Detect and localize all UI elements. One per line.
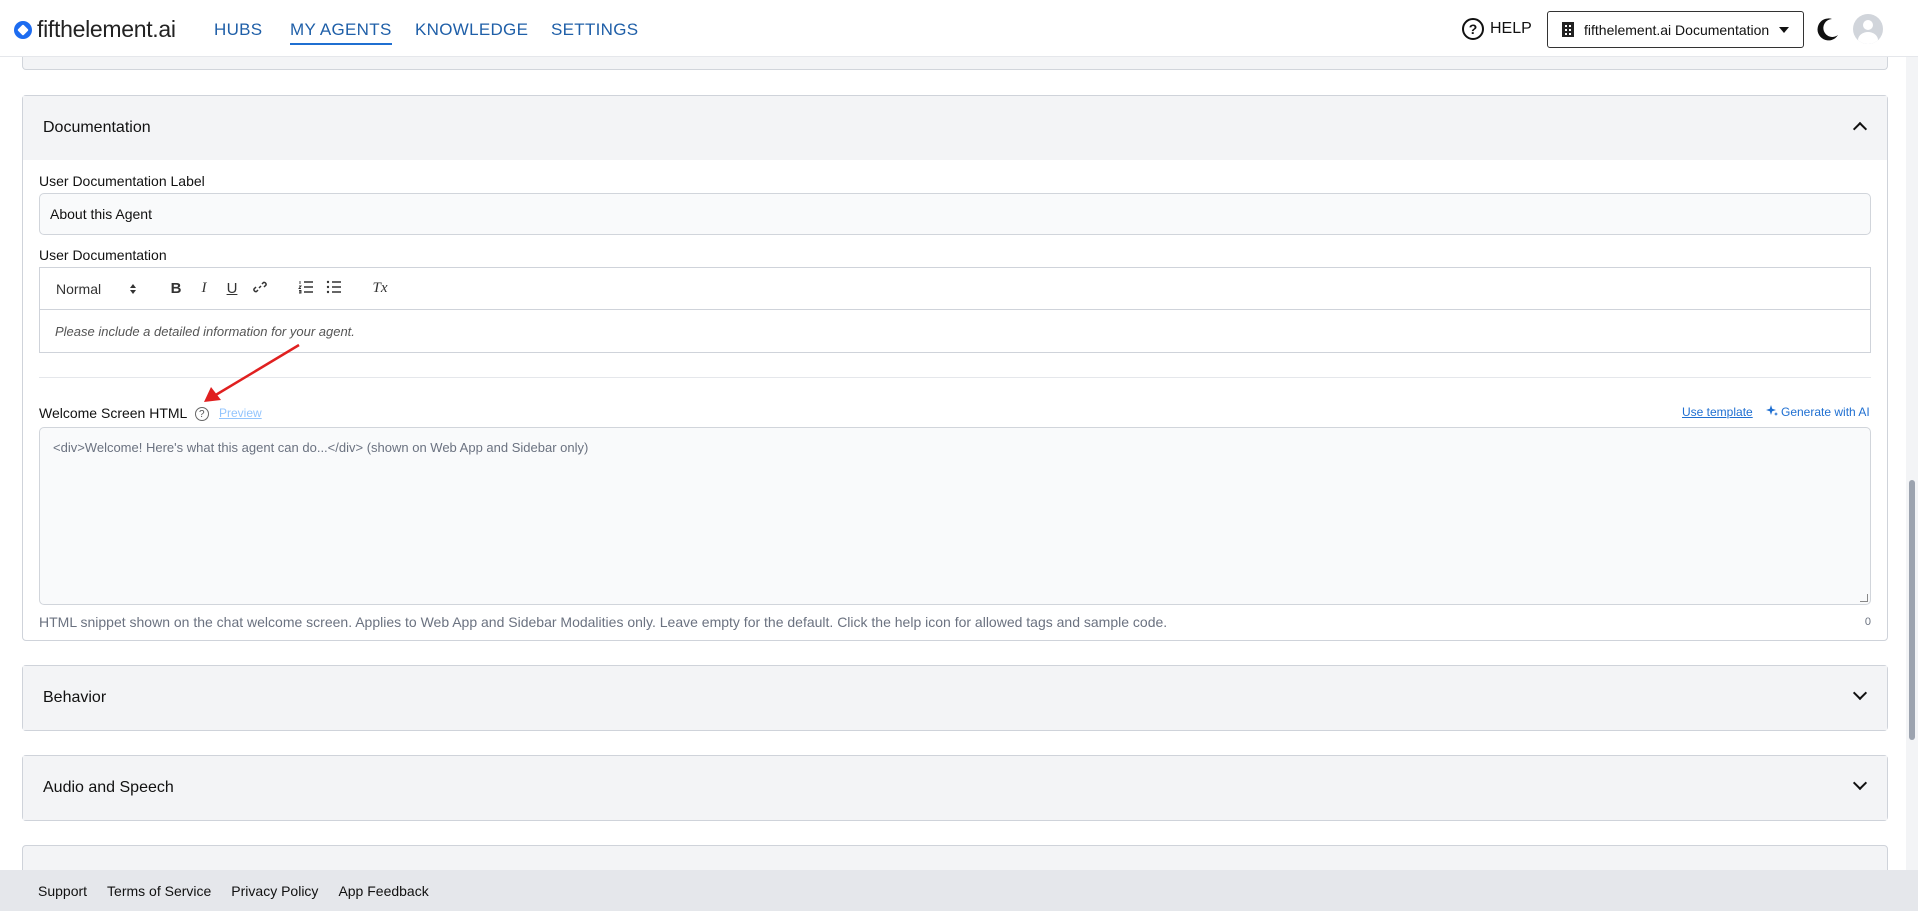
brand-name: fifthelement.ai: [37, 16, 176, 42]
chevron-down-icon[interactable]: [1852, 685, 1868, 701]
dark-mode-icon[interactable]: [1815, 16, 1841, 42]
audio-speech-section[interactable]: Audio and Speech: [22, 755, 1888, 821]
org-selector[interactable]: fifthelement.ai Documentation: [1547, 11, 1804, 48]
sparkle-icon: [1766, 405, 1778, 416]
bullet-list-button[interactable]: [320, 280, 348, 298]
behavior-title: Behavior: [43, 689, 107, 706]
bullet-list-icon: [326, 280, 341, 293]
format-value: Normal: [56, 280, 102, 297]
underline-button[interactable]: U: [218, 280, 246, 297]
select-arrows-icon: [130, 283, 136, 294]
link-button[interactable]: [246, 280, 274, 298]
clear-format-button[interactable]: Tx: [366, 280, 394, 297]
top-nav: fifthelement.ai HUBS MY AGENTS KNOWLEDGE…: [0, 0, 1918, 57]
documentation-header[interactable]: Documentation: [23, 96, 1887, 160]
behavior-section[interactable]: Behavior: [22, 665, 1888, 731]
welcome-html-label-text: Welcome Screen HTML: [39, 405, 187, 421]
char-count: 0: [1864, 616, 1871, 628]
editor-toolbar: Normal B I U Tx: [40, 268, 1870, 310]
resize-handle-icon[interactable]: [1860, 594, 1868, 602]
scrollbar-thumb[interactable]: [1909, 480, 1915, 740]
welcome-html-textarea[interactable]: <div>Welcome! Here's what this agent can…: [39, 427, 1871, 605]
help-label: HELP: [1490, 20, 1532, 37]
nav-knowledge[interactable]: KNOWLEDGE: [415, 20, 528, 40]
scrollbar-track[interactable]: [1906, 57, 1918, 870]
building-icon: [1562, 22, 1574, 37]
footer-feedback-link[interactable]: App Feedback: [338, 883, 428, 899]
footer-support-link[interactable]: Support: [38, 883, 87, 899]
help-circle-icon[interactable]: ?: [194, 407, 209, 422]
use-template-link[interactable]: Use template: [1682, 405, 1753, 419]
preview-link[interactable]: Preview: [219, 406, 262, 420]
user-doc-label-label: User Documentation Label: [39, 173, 205, 189]
footer: Support Terms of Service Privacy Policy …: [0, 870, 1918, 911]
user-doc-label: User Documentation: [39, 247, 167, 263]
divider: [39, 377, 1871, 378]
footer-terms-link[interactable]: Terms of Service: [107, 883, 211, 899]
audio-speech-header[interactable]: Audio and Speech: [23, 756, 1887, 820]
user-doc-label-input[interactable]: About this Agent: [39, 193, 1871, 235]
bold-button[interactable]: B: [162, 280, 190, 297]
audio-speech-title: Audio and Speech: [43, 779, 174, 796]
behavior-header[interactable]: Behavior: [23, 666, 1887, 730]
generate-with-ai-button[interactable]: Generate with AI: [1766, 405, 1870, 419]
welcome-html-label: Welcome Screen HTML ?: [39, 405, 209, 422]
user-doc-editor: Normal B I U Tx Please include a detaile…: [39, 267, 1871, 353]
ordered-list-icon: [298, 280, 313, 293]
chevron-up-icon[interactable]: [1852, 121, 1868, 137]
user-doc-editor-body[interactable]: Please include a detailed information fo…: [40, 310, 1870, 353]
brand-logo[interactable]: fifthelement.ai: [14, 16, 176, 43]
org-label: fifthelement.ai Documentation: [1584, 21, 1770, 38]
avatar[interactable]: [1853, 14, 1883, 44]
chevron-down-icon[interactable]: [1852, 775, 1868, 791]
welcome-html-hint: HTML snippet shown on the chat welcome s…: [39, 614, 1168, 630]
generate-label: Generate with AI: [1781, 405, 1870, 419]
help-icon: ?: [1462, 18, 1484, 40]
section-title: Documentation: [43, 119, 151, 136]
welcome-html-placeholder: <div>Welcome! Here's what this agent can…: [53, 440, 589, 455]
nav-my-agents[interactable]: MY AGENTS: [290, 20, 392, 45]
ordered-list-button[interactable]: [292, 280, 320, 298]
italic-button[interactable]: I: [190, 280, 218, 297]
annotation-arrow-icon: [204, 343, 300, 402]
caret-down-icon: [1779, 26, 1790, 33]
logo-icon: [14, 20, 32, 39]
footer-privacy-link[interactable]: Privacy Policy: [231, 883, 318, 899]
nav-settings[interactable]: SETTINGS: [551, 20, 638, 40]
link-icon: [253, 281, 267, 292]
help-button[interactable]: ? HELP: [1462, 18, 1532, 40]
format-select[interactable]: Normal: [56, 281, 142, 297]
nav-hubs[interactable]: HUBS: [214, 20, 262, 40]
